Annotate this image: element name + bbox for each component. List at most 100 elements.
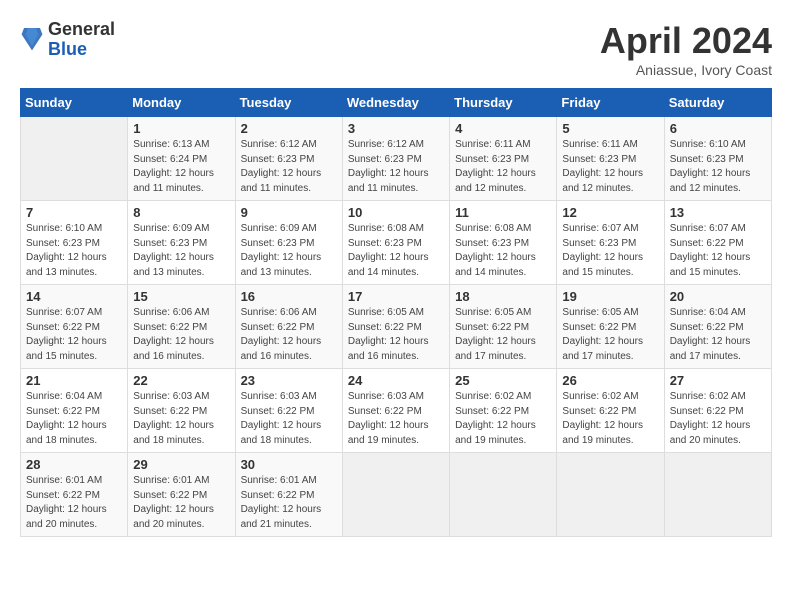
calendar-table: SundayMondayTuesdayWednesdayThursdayFrid… bbox=[20, 88, 772, 537]
day-info: Sunrise: 6:02 AM Sunset: 6:22 PM Dayligh… bbox=[562, 390, 658, 448]
day-number: 30 bbox=[241, 457, 337, 472]
day-number: 3 bbox=[348, 121, 444, 136]
header-thursday: Thursday bbox=[450, 89, 557, 117]
day-number: 16 bbox=[241, 289, 337, 304]
day-info: Sunrise: 6:01 AM Sunset: 6:22 PM Dayligh… bbox=[26, 474, 122, 532]
calendar-header-row: SundayMondayTuesdayWednesdayThursdayFrid… bbox=[21, 89, 772, 117]
day-info: Sunrise: 6:09 AM Sunset: 6:23 PM Dayligh… bbox=[241, 222, 337, 280]
day-info: Sunrise: 6:12 AM Sunset: 6:23 PM Dayligh… bbox=[348, 138, 444, 196]
calendar-week-row: 21Sunrise: 6:04 AM Sunset: 6:22 PM Dayli… bbox=[21, 369, 772, 453]
page-header: General Blue April 2024 Aniassue, Ivory … bbox=[20, 20, 772, 78]
logo-general: General bbox=[48, 20, 115, 40]
month-title: April 2024 bbox=[600, 20, 772, 62]
logo-blue: Blue bbox=[48, 40, 115, 60]
header-sunday: Sunday bbox=[21, 89, 128, 117]
day-info: Sunrise: 6:01 AM Sunset: 6:22 PM Dayligh… bbox=[133, 474, 229, 532]
day-info: Sunrise: 6:11 AM Sunset: 6:23 PM Dayligh… bbox=[562, 138, 658, 196]
day-number: 2 bbox=[241, 121, 337, 136]
calendar-cell: 7 Sunrise: 6:10 AM Sunset: 6:23 PM Daylig… bbox=[21, 201, 128, 285]
day-info: Sunrise: 6:07 AM Sunset: 6:22 PM Dayligh… bbox=[670, 222, 766, 280]
day-info: Sunrise: 6:03 AM Sunset: 6:22 PM Dayligh… bbox=[348, 390, 444, 448]
day-number: 12 bbox=[562, 205, 658, 220]
calendar-cell bbox=[21, 117, 128, 201]
day-info: Sunrise: 6:03 AM Sunset: 6:22 PM Dayligh… bbox=[133, 390, 229, 448]
day-number: 13 bbox=[670, 205, 766, 220]
calendar-cell: 10 Sunrise: 6:08 AM Sunset: 6:23 PM Dayli… bbox=[342, 201, 449, 285]
day-number: 22 bbox=[133, 373, 229, 388]
day-number: 20 bbox=[670, 289, 766, 304]
calendar-cell: 6 Sunrise: 6:10 AM Sunset: 6:23 PM Daylig… bbox=[664, 117, 771, 201]
calendar-cell bbox=[664, 453, 771, 537]
day-number: 25 bbox=[455, 373, 551, 388]
day-info: Sunrise: 6:07 AM Sunset: 6:23 PM Dayligh… bbox=[562, 222, 658, 280]
calendar-week-row: 7 Sunrise: 6:10 AM Sunset: 6:23 PM Daylig… bbox=[21, 201, 772, 285]
day-number: 6 bbox=[670, 121, 766, 136]
calendar-cell bbox=[342, 453, 449, 537]
calendar-cell: 2 Sunrise: 6:12 AM Sunset: 6:23 PM Daylig… bbox=[235, 117, 342, 201]
day-info: Sunrise: 6:11 AM Sunset: 6:23 PM Dayligh… bbox=[455, 138, 551, 196]
day-number: 8 bbox=[133, 205, 229, 220]
calendar-cell: 12 Sunrise: 6:07 AM Sunset: 6:23 PM Dayli… bbox=[557, 201, 664, 285]
day-number: 7 bbox=[26, 205, 122, 220]
calendar-cell: 3 Sunrise: 6:12 AM Sunset: 6:23 PM Daylig… bbox=[342, 117, 449, 201]
calendar-cell: 9 Sunrise: 6:09 AM Sunset: 6:23 PM Daylig… bbox=[235, 201, 342, 285]
calendar-cell: 5 Sunrise: 6:11 AM Sunset: 6:23 PM Daylig… bbox=[557, 117, 664, 201]
day-number: 21 bbox=[26, 373, 122, 388]
day-info: Sunrise: 6:08 AM Sunset: 6:23 PM Dayligh… bbox=[348, 222, 444, 280]
day-number: 4 bbox=[455, 121, 551, 136]
day-info: Sunrise: 6:05 AM Sunset: 6:22 PM Dayligh… bbox=[455, 306, 551, 364]
day-number: 5 bbox=[562, 121, 658, 136]
logo-icon bbox=[20, 26, 44, 54]
calendar-cell bbox=[557, 453, 664, 537]
day-info: Sunrise: 6:02 AM Sunset: 6:22 PM Dayligh… bbox=[455, 390, 551, 448]
day-number: 19 bbox=[562, 289, 658, 304]
day-number: 10 bbox=[348, 205, 444, 220]
calendar-cell: 24 Sunrise: 6:03 AM Sunset: 6:22 PM Dayli… bbox=[342, 369, 449, 453]
day-info: Sunrise: 6:13 AM Sunset: 6:24 PM Dayligh… bbox=[133, 138, 229, 196]
day-info: Sunrise: 6:10 AM Sunset: 6:23 PM Dayligh… bbox=[26, 222, 122, 280]
day-number: 26 bbox=[562, 373, 658, 388]
calendar-cell: 4 Sunrise: 6:11 AM Sunset: 6:23 PM Daylig… bbox=[450, 117, 557, 201]
location-title: Aniassue, Ivory Coast bbox=[600, 62, 772, 78]
header-monday: Monday bbox=[128, 89, 235, 117]
calendar-cell: 19 Sunrise: 6:05 AM Sunset: 6:22 PM Dayli… bbox=[557, 285, 664, 369]
day-number: 23 bbox=[241, 373, 337, 388]
day-info: Sunrise: 6:02 AM Sunset: 6:22 PM Dayligh… bbox=[670, 390, 766, 448]
day-info: Sunrise: 6:05 AM Sunset: 6:22 PM Dayligh… bbox=[562, 306, 658, 364]
day-info: Sunrise: 6:01 AM Sunset: 6:22 PM Dayligh… bbox=[241, 474, 337, 532]
day-number: 11 bbox=[455, 205, 551, 220]
calendar-cell: 27Sunrise: 6:02 AM Sunset: 6:22 PM Dayli… bbox=[664, 369, 771, 453]
day-info: Sunrise: 6:09 AM Sunset: 6:23 PM Dayligh… bbox=[133, 222, 229, 280]
day-number: 24 bbox=[348, 373, 444, 388]
calendar-cell: 18Sunrise: 6:05 AM Sunset: 6:22 PM Dayli… bbox=[450, 285, 557, 369]
calendar-cell: 29Sunrise: 6:01 AM Sunset: 6:22 PM Dayli… bbox=[128, 453, 235, 537]
calendar-cell: 28 Sunrise: 6:01 AM Sunset: 6:22 PM Dayli… bbox=[21, 453, 128, 537]
calendar-cell: 17 Sunrise: 6:05 AM Sunset: 6:22 PM Dayli… bbox=[342, 285, 449, 369]
day-info: Sunrise: 6:04 AM Sunset: 6:22 PM Dayligh… bbox=[670, 306, 766, 364]
day-info: Sunrise: 6:10 AM Sunset: 6:23 PM Dayligh… bbox=[670, 138, 766, 196]
day-info: Sunrise: 6:03 AM Sunset: 6:22 PM Dayligh… bbox=[241, 390, 337, 448]
day-info: Sunrise: 6:06 AM Sunset: 6:22 PM Dayligh… bbox=[133, 306, 229, 364]
day-number: 28 bbox=[26, 457, 122, 472]
header-friday: Friday bbox=[557, 89, 664, 117]
day-info: Sunrise: 6:08 AM Sunset: 6:23 PM Dayligh… bbox=[455, 222, 551, 280]
calendar-cell: 8 Sunrise: 6:09 AM Sunset: 6:23 PM Daylig… bbox=[128, 201, 235, 285]
calendar-cell: 21Sunrise: 6:04 AM Sunset: 6:22 PM Dayli… bbox=[21, 369, 128, 453]
day-info: Sunrise: 6:12 AM Sunset: 6:23 PM Dayligh… bbox=[241, 138, 337, 196]
day-info: Sunrise: 6:05 AM Sunset: 6:22 PM Dayligh… bbox=[348, 306, 444, 364]
day-number: 15 bbox=[133, 289, 229, 304]
calendar-week-row: 1 Sunrise: 6:13 AM Sunset: 6:24 PM Daylig… bbox=[21, 117, 772, 201]
logo: General Blue bbox=[20, 20, 115, 60]
logo-text: General Blue bbox=[48, 20, 115, 60]
day-number: 9 bbox=[241, 205, 337, 220]
calendar-cell: 11 Sunrise: 6:08 AM Sunset: 6:23 PM Dayli… bbox=[450, 201, 557, 285]
calendar-cell: 25 Sunrise: 6:02 AM Sunset: 6:22 PM Dayli… bbox=[450, 369, 557, 453]
calendar-cell: 23 Sunrise: 6:03 AM Sunset: 6:22 PM Dayli… bbox=[235, 369, 342, 453]
day-number: 17 bbox=[348, 289, 444, 304]
calendar-cell: 20 Sunrise: 6:04 AM Sunset: 6:22 PM Dayli… bbox=[664, 285, 771, 369]
header-wednesday: Wednesday bbox=[342, 89, 449, 117]
day-number: 1 bbox=[133, 121, 229, 136]
calendar-cell: 16Sunrise: 6:06 AM Sunset: 6:22 PM Dayli… bbox=[235, 285, 342, 369]
calendar-week-row: 28 Sunrise: 6:01 AM Sunset: 6:22 PM Dayli… bbox=[21, 453, 772, 537]
calendar-cell: 30 Sunrise: 6:01 AM Sunset: 6:22 PM Dayli… bbox=[235, 453, 342, 537]
